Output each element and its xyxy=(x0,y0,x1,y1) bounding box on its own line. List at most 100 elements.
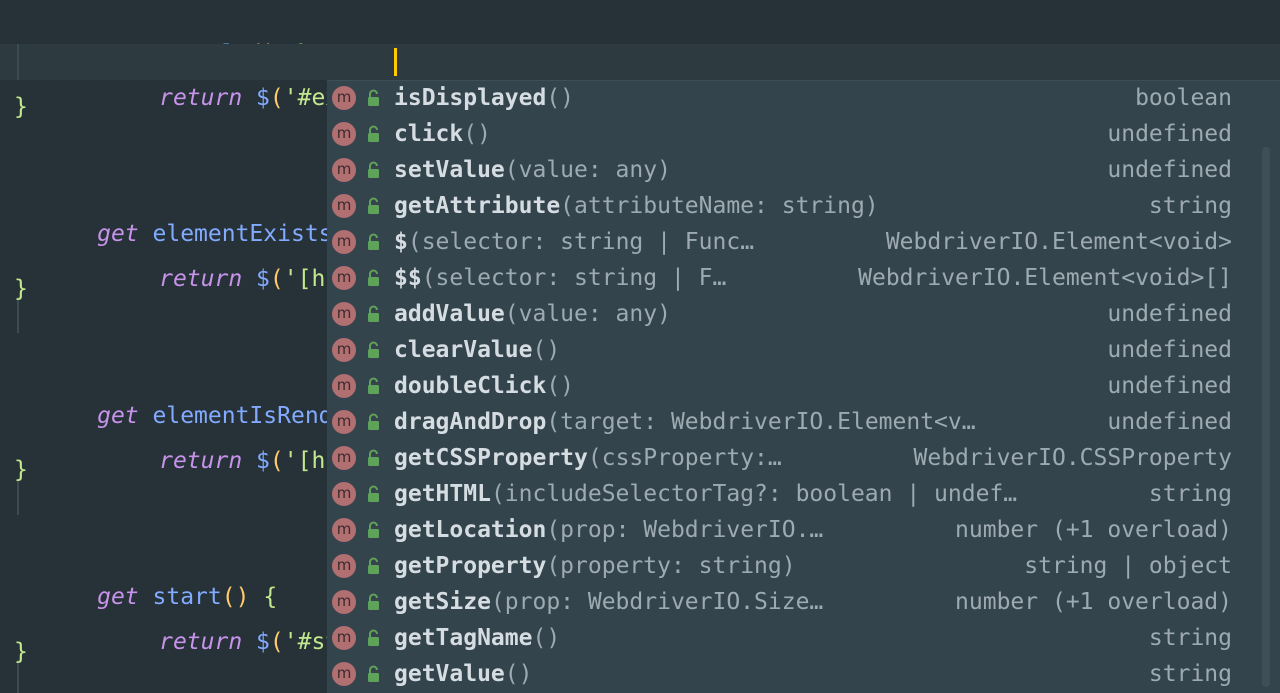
completion-return-type: WebdriverIO.Element<void> xyxy=(885,229,1232,255)
completion-signature: getValue() xyxy=(394,656,532,692)
completion-name: setValue xyxy=(394,157,505,183)
completion-signature: isDisplayed() xyxy=(394,81,574,116)
completion-params: () xyxy=(463,121,491,147)
public-lock-icon xyxy=(368,449,379,466)
completion-signature: getTagName() xyxy=(394,620,560,656)
completion-signature: getCSSProperty(cssProperty:… xyxy=(394,440,782,476)
method-icon: m xyxy=(332,158,356,182)
public-lock-icon xyxy=(368,521,379,538)
method-icon: m xyxy=(332,86,356,110)
completion-item[interactable]: m doubleClick() undefined xyxy=(327,368,1280,404)
public-lock-icon xyxy=(368,413,379,430)
public-lock-icon xyxy=(368,665,379,682)
completion-params: () xyxy=(532,625,561,651)
completion-return-type: WebdriverIO.CSSProperty xyxy=(913,445,1233,471)
completion-signature: addValue(value: any) xyxy=(394,296,671,332)
completion-signature: getAttribute(attributeName: string) xyxy=(394,188,879,224)
completion-signature: clearValue() xyxy=(394,332,560,368)
completion-signature: click() xyxy=(394,116,491,152)
completion-item[interactable]: m getProperty(property: string) string | o… xyxy=(327,548,1280,584)
completion-item[interactable]: m $(selector: string | Func… WebdriverIO.E… xyxy=(327,224,1280,260)
public-lock-icon xyxy=(368,341,379,358)
completion-signature: getHTML(includeSelectorTag?: boolean | u… xyxy=(394,476,1017,512)
completion-return-type: undefined xyxy=(1107,301,1232,327)
code-line-current[interactable]: return $('#example'). xyxy=(0,44,1280,111)
method-icon: m xyxy=(332,266,356,290)
completion-name: click xyxy=(394,121,464,147)
completion-signature: $(selector: string | Func… xyxy=(394,224,754,260)
completion-name: $$ xyxy=(394,265,422,291)
completion-return-type: undefined xyxy=(1107,337,1232,363)
completion-params: (value: any) xyxy=(504,157,671,183)
completion-signature: getProperty(property: string) xyxy=(394,548,796,584)
public-lock-icon xyxy=(368,377,379,394)
completion-item[interactable]: m getSize(prop: WebdriverIO.Size… number (… xyxy=(327,584,1280,620)
autocomplete-popup[interactable]: m isDisplayed() boolean m click() undefined m s… xyxy=(327,80,1280,693)
completion-name: addValue xyxy=(394,301,505,327)
public-lock-icon xyxy=(368,629,379,646)
completion-item[interactable]: m clearValue() undefined xyxy=(327,332,1280,368)
completion-return-type: number (+1 overload) xyxy=(955,589,1232,615)
indent-guide xyxy=(17,44,19,80)
method-icon: m xyxy=(332,374,356,398)
completion-signature: getSize(prop: WebdriverIO.Size… xyxy=(394,584,823,620)
public-lock-icon xyxy=(368,125,379,142)
completion-return-type: string | object xyxy=(1024,553,1232,579)
completion-item[interactable]: m isDisplayed() boolean xyxy=(327,81,1280,116)
completion-name: getProperty xyxy=(394,553,547,579)
completion-params: () xyxy=(532,337,561,363)
completion-params: (prop: WebdriverIO.Size… xyxy=(490,589,824,615)
completion-item[interactable]: m addValue(value: any) undefined xyxy=(327,296,1280,332)
completion-params: (cssProperty:… xyxy=(587,445,782,471)
completion-name: getLocation xyxy=(394,517,547,543)
close-brace: } xyxy=(14,639,28,665)
public-lock-icon xyxy=(368,557,379,574)
completion-name: getCSSProperty xyxy=(394,445,588,471)
completion-item[interactable]: m getCSSProperty(cssProperty:… WebdriverIO… xyxy=(327,440,1280,476)
completion-return-type: string xyxy=(1148,661,1232,687)
completion-name: doubleClick xyxy=(394,373,547,399)
method-icon: m xyxy=(332,338,356,362)
completion-params: (selector: string | Func… xyxy=(407,229,755,255)
completion-item[interactable]: m $$(selector: string | F… WebdriverIO.Ele… xyxy=(327,260,1280,296)
completion-return-type: WebdriverIO.Element<void>[] xyxy=(858,265,1232,291)
method-icon: m xyxy=(332,482,356,506)
completion-item[interactable]: m getLocation(prop: WebdriverIO.… number (… xyxy=(327,512,1280,548)
completion-name: $ xyxy=(394,229,408,255)
completion-params: () xyxy=(546,373,575,399)
completion-return-type: string xyxy=(1148,193,1232,219)
method-icon: m xyxy=(332,626,356,650)
completion-item[interactable]: m getValue() string xyxy=(327,656,1280,692)
method-icon: m xyxy=(332,446,356,470)
completion-name: getAttribute xyxy=(394,193,561,219)
completion-params: () xyxy=(504,661,533,687)
completion-item[interactable]: m getHTML(includeSelectorTag?: boolean | … xyxy=(327,476,1280,512)
completion-item[interactable]: m click() undefined xyxy=(327,116,1280,152)
public-lock-icon xyxy=(368,233,379,250)
close-brace: } xyxy=(14,457,28,483)
completion-signature: getLocation(prop: WebdriverIO.… xyxy=(394,512,823,548)
completion-params: (attributeName: string) xyxy=(560,193,879,219)
completion-item[interactable]: m getAttribute(attributeName: string) stri… xyxy=(327,188,1280,224)
completion-params: (property: string) xyxy=(546,553,796,579)
completion-return-type: string xyxy=(1148,481,1232,507)
completion-return-type: number (+1 overload) xyxy=(955,517,1232,543)
code-line[interactable]: get example() { xyxy=(0,0,1280,67)
completion-signature: doubleClick() xyxy=(394,368,574,404)
public-lock-icon xyxy=(368,89,379,106)
completion-item[interactable]: m setValue(value: any) undefined xyxy=(327,152,1280,188)
completion-name: getSize xyxy=(394,589,491,615)
completion-name: isDisplayed xyxy=(394,85,547,111)
public-lock-icon xyxy=(368,593,379,610)
method-icon: m xyxy=(332,662,356,686)
completion-item[interactable]: m dragAndDrop(target: WebdriverIO.Element… xyxy=(327,404,1280,440)
completion-signature: setValue(value: any) xyxy=(394,152,671,188)
completion-params: (includeSelectorTag?: boolean | undef… xyxy=(490,481,1018,507)
completion-item[interactable]: m getTagName() string xyxy=(327,620,1280,656)
completion-return-type: string xyxy=(1148,625,1232,651)
completion-name: dragAndDrop xyxy=(394,409,547,435)
completion-name: getTagName xyxy=(394,625,533,651)
method-icon: m xyxy=(332,230,356,254)
text-cursor xyxy=(394,48,397,76)
completion-name: getHTML xyxy=(394,481,491,507)
